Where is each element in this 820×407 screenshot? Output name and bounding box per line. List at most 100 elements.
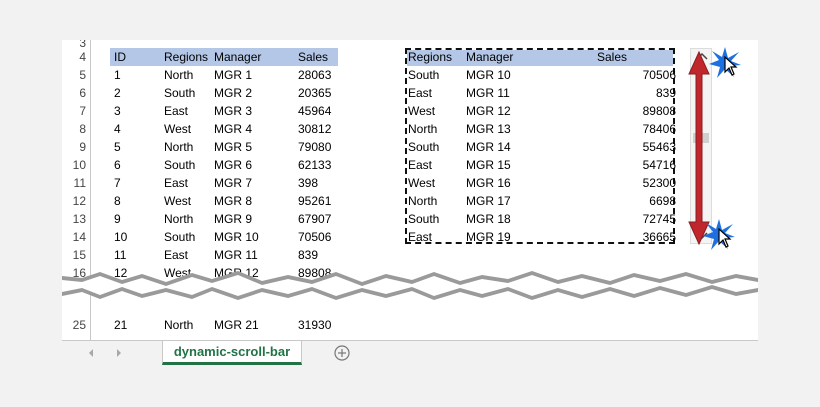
row-number[interactable]: 7 — [62, 104, 86, 118]
cell-region[interactable]: West — [164, 194, 191, 208]
sheet-tab-dynamic-scroll-bar[interactable]: dynamic-scroll-bar — [162, 341, 302, 365]
cell-id[interactable]: 8 — [114, 194, 121, 208]
right-cell-sales[interactable]: 6698 — [602, 194, 676, 208]
cell-region[interactable]: South — [164, 86, 195, 100]
cell-id: 21 — [114, 318, 128, 332]
right-cell-manager[interactable]: MGR 11 — [466, 86, 510, 100]
right-cell-sales[interactable]: 839 — [602, 86, 676, 100]
right-cell-manager[interactable]: MGR 15 — [466, 158, 511, 172]
cell-id[interactable]: 10 — [114, 230, 127, 244]
cell-sales[interactable]: 30812 — [298, 122, 331, 136]
cell-manager[interactable]: MGR 10 — [214, 230, 259, 244]
right-cell-manager[interactable]: MGR 10 — [466, 68, 511, 82]
right-cell-region[interactable]: South — [408, 212, 439, 226]
nav-right-icon[interactable] — [114, 347, 124, 359]
row-number[interactable]: 9 — [62, 140, 86, 154]
row-number[interactable]: 10 — [62, 158, 86, 172]
right-cell-region[interactable]: North — [408, 122, 437, 136]
right-header-sales: Sales — [597, 50, 628, 64]
cell-sales[interactable]: 62133 — [298, 158, 331, 172]
row-number: 25 — [72, 318, 86, 332]
cell-id[interactable]: 4 — [114, 122, 121, 136]
right-cell-region[interactable]: West — [408, 104, 435, 118]
cell-sales[interactable]: 839 — [298, 248, 318, 262]
right-cell-region[interactable]: East — [408, 230, 432, 244]
right-cell-sales[interactable]: 54716 — [602, 158, 676, 172]
row-number[interactable]: 14 — [62, 230, 86, 244]
right-cell-region[interactable]: South — [408, 140, 439, 154]
right-cell-manager[interactable]: MGR 13 — [466, 122, 511, 136]
row-number[interactable]: 6 — [62, 86, 86, 100]
cell-region[interactable]: South — [164, 158, 195, 172]
right-cell-sales[interactable]: 52300 — [602, 176, 676, 190]
cell-manager[interactable]: MGR 7 — [214, 176, 252, 190]
right-cell-manager[interactable]: MGR 17 — [466, 194, 511, 208]
cell-manager[interactable]: MGR 11 — [214, 248, 258, 262]
cell-sales[interactable]: 67907 — [298, 212, 331, 226]
cell-manager[interactable]: MGR 9 — [214, 212, 252, 226]
cell-manager[interactable]: MGR 6 — [214, 158, 252, 172]
right-cell-region[interactable]: North — [408, 194, 437, 208]
cell-id[interactable]: 11 — [114, 248, 126, 262]
add-sheet-icon[interactable] — [334, 345, 350, 361]
cell-region: North — [164, 318, 194, 332]
right-cell-sales[interactable]: 55463 — [602, 140, 676, 154]
cell-sales[interactable]: 70506 — [298, 230, 331, 244]
header-id: ID — [114, 50, 126, 64]
cell-manager[interactable]: MGR 8 — [214, 194, 252, 208]
right-cell-manager[interactable]: MGR 14 — [466, 140, 511, 154]
cell-region[interactable]: South — [164, 230, 195, 244]
right-header-regions: Regions — [408, 50, 453, 64]
cell-manager[interactable]: MGR 2 — [214, 86, 252, 100]
cell-manager[interactable]: MGR 1 — [214, 68, 252, 82]
cell-id[interactable]: 6 — [114, 158, 121, 172]
right-cell-region[interactable]: East — [408, 86, 432, 100]
row-number[interactable]: 5 — [62, 68, 86, 82]
right-cell-manager[interactable]: MGR 18 — [466, 212, 511, 226]
row-number[interactable]: 11 — [62, 176, 86, 190]
cell-manager[interactable]: MGR 3 — [214, 104, 252, 118]
right-cell-region[interactable]: South — [408, 68, 439, 82]
cell-sales[interactable]: 79080 — [298, 140, 331, 154]
right-cell-sales[interactable]: 89808 — [602, 104, 676, 118]
row-number[interactable]: 3 — [62, 40, 86, 50]
right-cell-sales[interactable]: 72745 — [602, 212, 676, 226]
cell-id[interactable]: 5 — [114, 140, 121, 154]
cell-id[interactable]: 2 — [114, 86, 121, 100]
cell-region[interactable]: North — [164, 68, 193, 82]
right-cell-sales[interactable]: 36665 — [602, 230, 676, 244]
cell-sales[interactable]: 20365 — [298, 86, 331, 100]
row-number[interactable]: 13 — [62, 212, 86, 226]
cell-region[interactable]: West — [164, 122, 191, 136]
right-cell-manager[interactable]: MGR 16 — [466, 176, 511, 190]
cell-id[interactable]: 7 — [114, 176, 121, 190]
cell-sales[interactable]: 95261 — [298, 194, 331, 208]
cell-region[interactable]: East — [164, 248, 188, 262]
row-number[interactable]: 15 — [62, 248, 86, 262]
cell-id[interactable]: 1 — [114, 68, 121, 82]
row-number[interactable]: 8 — [62, 122, 86, 136]
cell-id[interactable]: 3 — [114, 104, 121, 118]
right-cell-region[interactable]: East — [408, 158, 432, 172]
row-number[interactable]: 4 — [62, 50, 86, 64]
cell-id[interactable]: 9 — [114, 212, 121, 226]
right-cell-manager[interactable]: MGR 19 — [466, 230, 511, 244]
row-number[interactable]: 12 — [62, 194, 86, 208]
cell-sales[interactable]: 28063 — [298, 68, 331, 82]
cell-manager[interactable]: MGR 5 — [214, 140, 252, 154]
cell-manager[interactable]: MGR 4 — [214, 122, 252, 136]
right-cell-sales[interactable]: 70506 — [602, 68, 676, 82]
cell-region[interactable]: North — [164, 140, 193, 154]
cell-region[interactable]: East — [164, 176, 188, 190]
right-cell-sales[interactable]: 78406 — [602, 122, 676, 136]
nav-left-icon[interactable] — [86, 347, 96, 359]
header-manager: Manager — [214, 50, 262, 64]
cell-region[interactable]: East — [164, 104, 188, 118]
cell-sales[interactable]: 398 — [298, 176, 318, 190]
right-cell-region[interactable]: West — [408, 176, 435, 190]
right-cell-manager[interactable]: MGR 12 — [466, 104, 511, 118]
header-sales: Sales — [298, 50, 329, 64]
cell-region[interactable]: North — [164, 212, 193, 226]
cell-sales[interactable]: 45964 — [298, 104, 331, 118]
right-header-manager: Manager — [466, 50, 514, 64]
